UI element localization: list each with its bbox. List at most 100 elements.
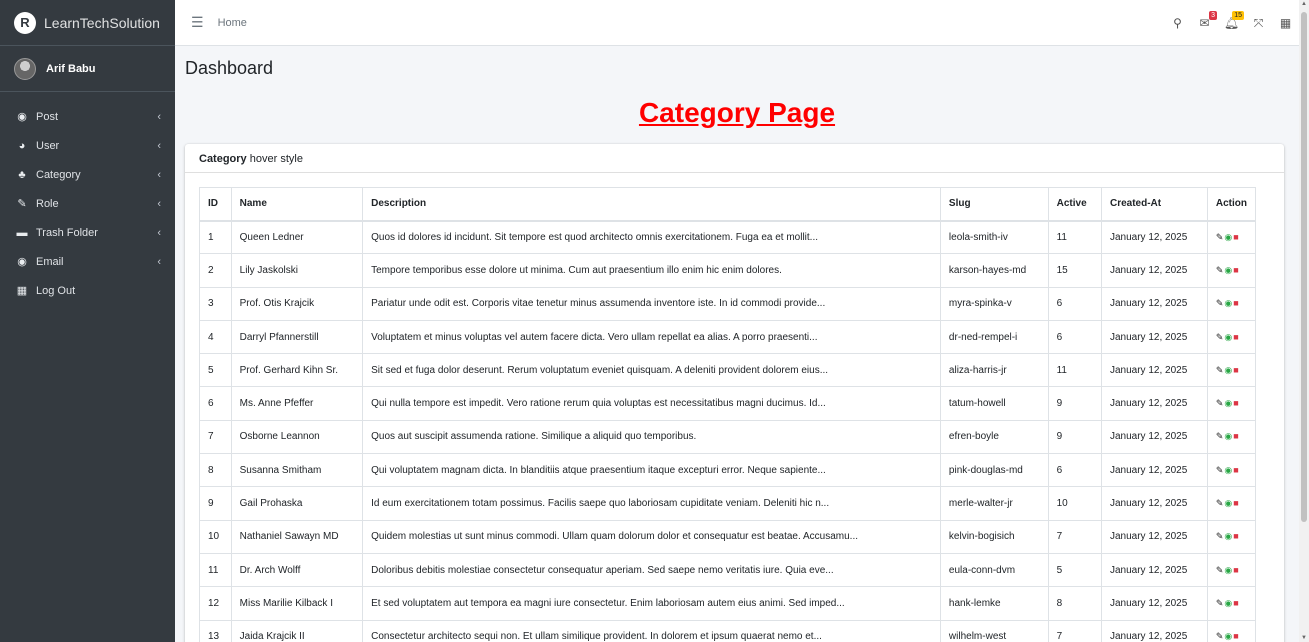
table-cell: Quos id dolores id incidunt. Sit tempore…: [362, 219, 941, 255]
table-cell: 13: [199, 619, 232, 642]
sidebar-item-category[interactable]: ♣ Category ‹: [0, 160, 175, 189]
table-row[interactable]: 1 Queen Ledner Quos id dolores id incidunt…: [199, 219, 1257, 255]
action-cell: ✎◉■: [1206, 586, 1257, 621]
sidebar-item-label: Role: [36, 197, 59, 210]
view-icon[interactable]: ◉: [1224, 531, 1233, 541]
avatar: [14, 57, 36, 80]
search-icon[interactable]: ⚲: [1164, 16, 1191, 30]
scroll-down-icon[interactable]: ▼: [1301, 635, 1307, 641]
table-cell: merle-walter-jr: [939, 486, 1049, 521]
delete-icon[interactable]: ■: [1233, 265, 1239, 275]
table-cell: Prof. Otis Krajcik: [230, 286, 364, 321]
bell-icon[interactable]: 🔔︎ 15: [1218, 11, 1245, 30]
view-icon[interactable]: ◉: [1224, 565, 1233, 575]
table-cell: Voluptatem et minus voluptas vel autem f…: [362, 319, 941, 355]
table-cell: Jaida Krajcik II: [230, 619, 364, 642]
action-cell: ✎◉■: [1206, 486, 1257, 521]
view-icon[interactable]: ◉: [1224, 298, 1233, 308]
view-icon[interactable]: ◉: [1224, 431, 1233, 441]
delete-icon[interactable]: ■: [1233, 565, 1239, 575]
table-row[interactable]: 5 Prof. Gerhard Kihn Sr. Sit sed et fuga d…: [199, 353, 1257, 388]
table-row[interactable]: 3 Prof. Otis Krajcik Pariatur unde odit es…: [199, 286, 1257, 321]
view-icon[interactable]: ◉: [1224, 398, 1233, 408]
table-row[interactable]: 2 Lily Jaskolski Tempore temporibus esse d…: [199, 253, 1257, 288]
action-cell: ✎◉■: [1206, 552, 1257, 588]
column-header: Created-At: [1100, 187, 1208, 222]
sidebar-item-log-out[interactable]: ▦ Log Out: [0, 276, 175, 305]
category-card: Category hover style ID Name Description Sl…: [185, 144, 1284, 642]
action-cell: ✎◉■: [1206, 386, 1257, 421]
view-icon[interactable]: ◉: [1224, 232, 1233, 242]
delete-icon[interactable]: ■: [1233, 631, 1239, 641]
table-cell: 9: [1047, 419, 1102, 455]
table-cell: wilhelm-west: [939, 619, 1049, 642]
scroll-up-icon[interactable]: ▲: [1301, 1, 1307, 7]
table-cell: 9: [1047, 386, 1102, 421]
edit-icon: ✎: [17, 198, 27, 210]
delete-icon[interactable]: ■: [1233, 398, 1239, 408]
table-cell: Sit sed et fuga dolor deserunt. Rerum vo…: [362, 353, 941, 388]
delete-icon[interactable]: ■: [1233, 365, 1239, 375]
table-row[interactable]: 10 Nathaniel Sawayn MD Quidem molestias ut…: [199, 519, 1257, 554]
delete-icon[interactable]: ■: [1233, 498, 1239, 508]
apps-grid-icon[interactable]: ▦: [1272, 16, 1299, 30]
notifications-badge: 15: [1232, 11, 1244, 20]
delete-icon[interactable]: ■: [1233, 298, 1239, 308]
category-table: ID Name Description Slug Active Created-At Act…: [199, 187, 1257, 642]
delete-icon[interactable]: ■: [1233, 598, 1239, 608]
menu-toggle-icon[interactable]: ☰: [191, 14, 204, 31]
table-row[interactable]: 11 Dr. Arch Wolff Doloribus debitis molest…: [199, 552, 1257, 588]
table-row[interactable]: 8 Susanna Smitham Qui voluptatem magnam di…: [199, 453, 1257, 488]
user-name: Arif Babu: [46, 62, 96, 75]
delete-icon[interactable]: ■: [1233, 332, 1239, 342]
sidebar-item-user[interactable]: ◕ User ‹: [0, 131, 175, 160]
page-scrollbar[interactable]: ▲ ▼: [1299, 0, 1309, 642]
delete-icon[interactable]: ■: [1233, 465, 1239, 475]
view-icon[interactable]: ◉: [1224, 365, 1233, 375]
sidebar: R LearnTechSolution Arif Babu ◉ Post ‹ ◕ Use…: [0, 0, 175, 642]
table-cell: karson-hayes-md: [939, 253, 1049, 288]
messages-icon[interactable]: ✉ 3: [1191, 11, 1218, 30]
table-cell: 6: [199, 386, 232, 421]
view-icon[interactable]: ◉: [1224, 598, 1233, 608]
table-cell: January 12, 2025: [1100, 286, 1208, 321]
table-cell: January 12, 2025: [1100, 419, 1208, 455]
table-cell: 12: [199, 586, 232, 621]
table-cell: Queen Ledner: [230, 219, 364, 255]
sidebar-item-email[interactable]: ◉ Email ‹: [0, 247, 175, 276]
table-cell: 6: [1047, 453, 1102, 488]
table-row[interactable]: 7 Osborne Leannon Quos aut suscipit assume…: [199, 419, 1257, 455]
view-icon[interactable]: ◉: [1224, 265, 1233, 275]
view-icon[interactable]: ◉: [1224, 631, 1233, 641]
sidebar-item-role[interactable]: ✎ Role ‹: [0, 189, 175, 218]
home-link[interactable]: Home: [218, 17, 247, 29]
brand-link[interactable]: R LearnTechSolution: [0, 0, 175, 46]
sidebar-item-trash-folder[interactable]: ▬ Trash Folder ‹: [0, 218, 175, 247]
table-row[interactable]: 6 Ms. Anne Pfeffer Qui nulla tempore est i…: [199, 386, 1257, 421]
table-row[interactable]: 12 Miss Marilie Kilback I Et sed voluptate…: [199, 586, 1257, 621]
fullscreen-icon[interactable]: ⤧: [1245, 16, 1272, 31]
table-row[interactable]: 13 Jaida Krajcik II Consectetur architecto…: [199, 619, 1257, 642]
table-row[interactable]: 9 Gail Prohaska Id eum exercitationem tota…: [199, 486, 1257, 521]
action-cell: ✎◉■: [1206, 419, 1257, 455]
scroll-thumb[interactable]: [1301, 12, 1307, 522]
delete-icon[interactable]: ■: [1233, 531, 1239, 541]
view-icon[interactable]: ◉: [1224, 498, 1233, 508]
table-cell: pink-douglas-md: [939, 453, 1049, 488]
top-navbar: ☰ Home ⚲ ✉ 3 🔔︎ 15 ⤧ ▦: [175, 0, 1299, 46]
table-cell: dr-ned-rempel-i: [939, 319, 1049, 355]
sidebar-item-post[interactable]: ◉ Post ‹: [0, 102, 175, 131]
table-cell: 9: [199, 486, 232, 521]
grid-icon: ▦: [16, 285, 28, 297]
table-cell: 3: [199, 286, 232, 321]
view-icon[interactable]: ◉: [1224, 465, 1233, 475]
table-cell: tatum-howell: [939, 386, 1049, 421]
delete-icon[interactable]: ■: [1233, 232, 1239, 242]
table-cell: efren-boyle: [939, 419, 1049, 455]
table-row[interactable]: 4 Darryl Pfannerstill Voluptatem et minus …: [199, 319, 1257, 355]
delete-icon[interactable]: ■: [1233, 431, 1239, 441]
user-panel[interactable]: Arif Babu: [0, 46, 175, 92]
view-icon[interactable]: ◉: [1224, 332, 1233, 342]
table-cell: Et sed voluptatem aut tempora ea magni i…: [362, 586, 941, 621]
column-header: Description: [362, 187, 941, 222]
